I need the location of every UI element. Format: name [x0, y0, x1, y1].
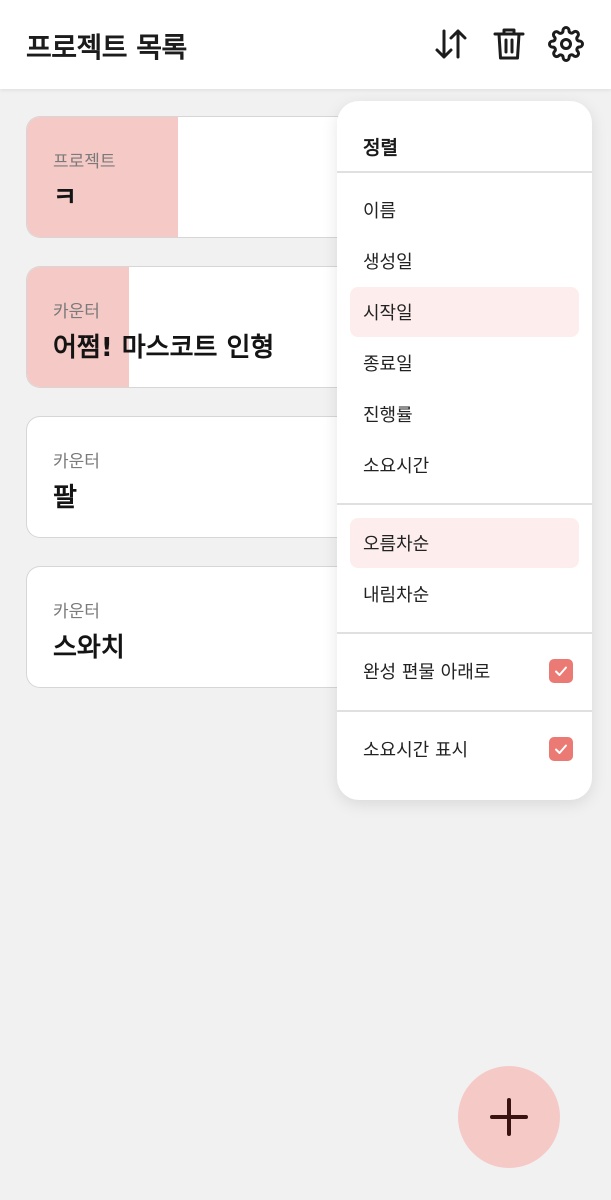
project-card[interactable]: 카운터 어쩜! 마스코트 인형: [26, 266, 356, 388]
progress-fill: [27, 117, 179, 237]
option-label: 소요시간 표시: [363, 740, 469, 761]
project-name: 어쩜! 마스코트 인형: [53, 333, 275, 363]
project-type: 카운터: [53, 602, 100, 622]
gear-icon: [548, 26, 584, 62]
divider: [337, 503, 592, 505]
project-card[interactable]: 카운터 스와치: [26, 566, 356, 688]
sort-field-start[interactable]: 시작일: [350, 287, 579, 337]
check-icon: [555, 744, 567, 754]
trash-icon: [493, 28, 525, 60]
sort-order-ascending[interactable]: 오름차순: [350, 518, 579, 568]
sort-field-end[interactable]: 종료일: [350, 338, 579, 388]
sort-icon: [435, 29, 467, 59]
checkbox[interactable]: [549, 737, 573, 761]
page-title: 프로젝트 목록: [26, 31, 187, 64]
project-name: 스와치: [53, 633, 125, 663]
option-show-time-spent[interactable]: 소요시간 표시: [363, 729, 573, 769]
divider: [337, 171, 592, 173]
project-name: ㅋ: [53, 183, 77, 213]
add-project-button[interactable]: [458, 1066, 560, 1168]
divider: [337, 632, 592, 634]
sort-field-name[interactable]: 이름: [350, 185, 579, 235]
sort-menu-title: 정렬: [363, 137, 398, 159]
sort-menu: 정렬 이름 생성일 시작일 종료일 진행률 소요시간 오름차순 내림차순 완성 …: [337, 101, 592, 800]
project-type: 카운터: [53, 452, 100, 472]
sort-field-created[interactable]: 생성일: [350, 236, 579, 286]
check-icon: [555, 666, 567, 676]
project-name: 팔: [53, 483, 77, 513]
sort-order-descending[interactable]: 내림차순: [350, 569, 579, 619]
plus-icon: [490, 1098, 528, 1136]
project-card[interactable]: 프로젝트 ㅋ: [26, 116, 356, 238]
project-type: 카운터: [53, 302, 100, 322]
option-completed-bottom[interactable]: 완성 편물 아래로: [363, 651, 573, 691]
settings-button[interactable]: [546, 24, 586, 64]
option-label: 완성 편물 아래로: [363, 662, 491, 683]
project-card[interactable]: 카운터 팔: [26, 416, 356, 538]
sort-field-time-spent[interactable]: 소요시간: [350, 440, 579, 490]
sort-field-progress[interactable]: 진행률: [350, 389, 579, 439]
project-type: 프로젝트: [53, 152, 116, 172]
sort-button[interactable]: [431, 24, 471, 64]
divider: [337, 710, 592, 712]
checkbox[interactable]: [549, 659, 573, 683]
delete-button[interactable]: [489, 24, 529, 64]
app-bar: 프로젝트 목록: [0, 0, 611, 89]
